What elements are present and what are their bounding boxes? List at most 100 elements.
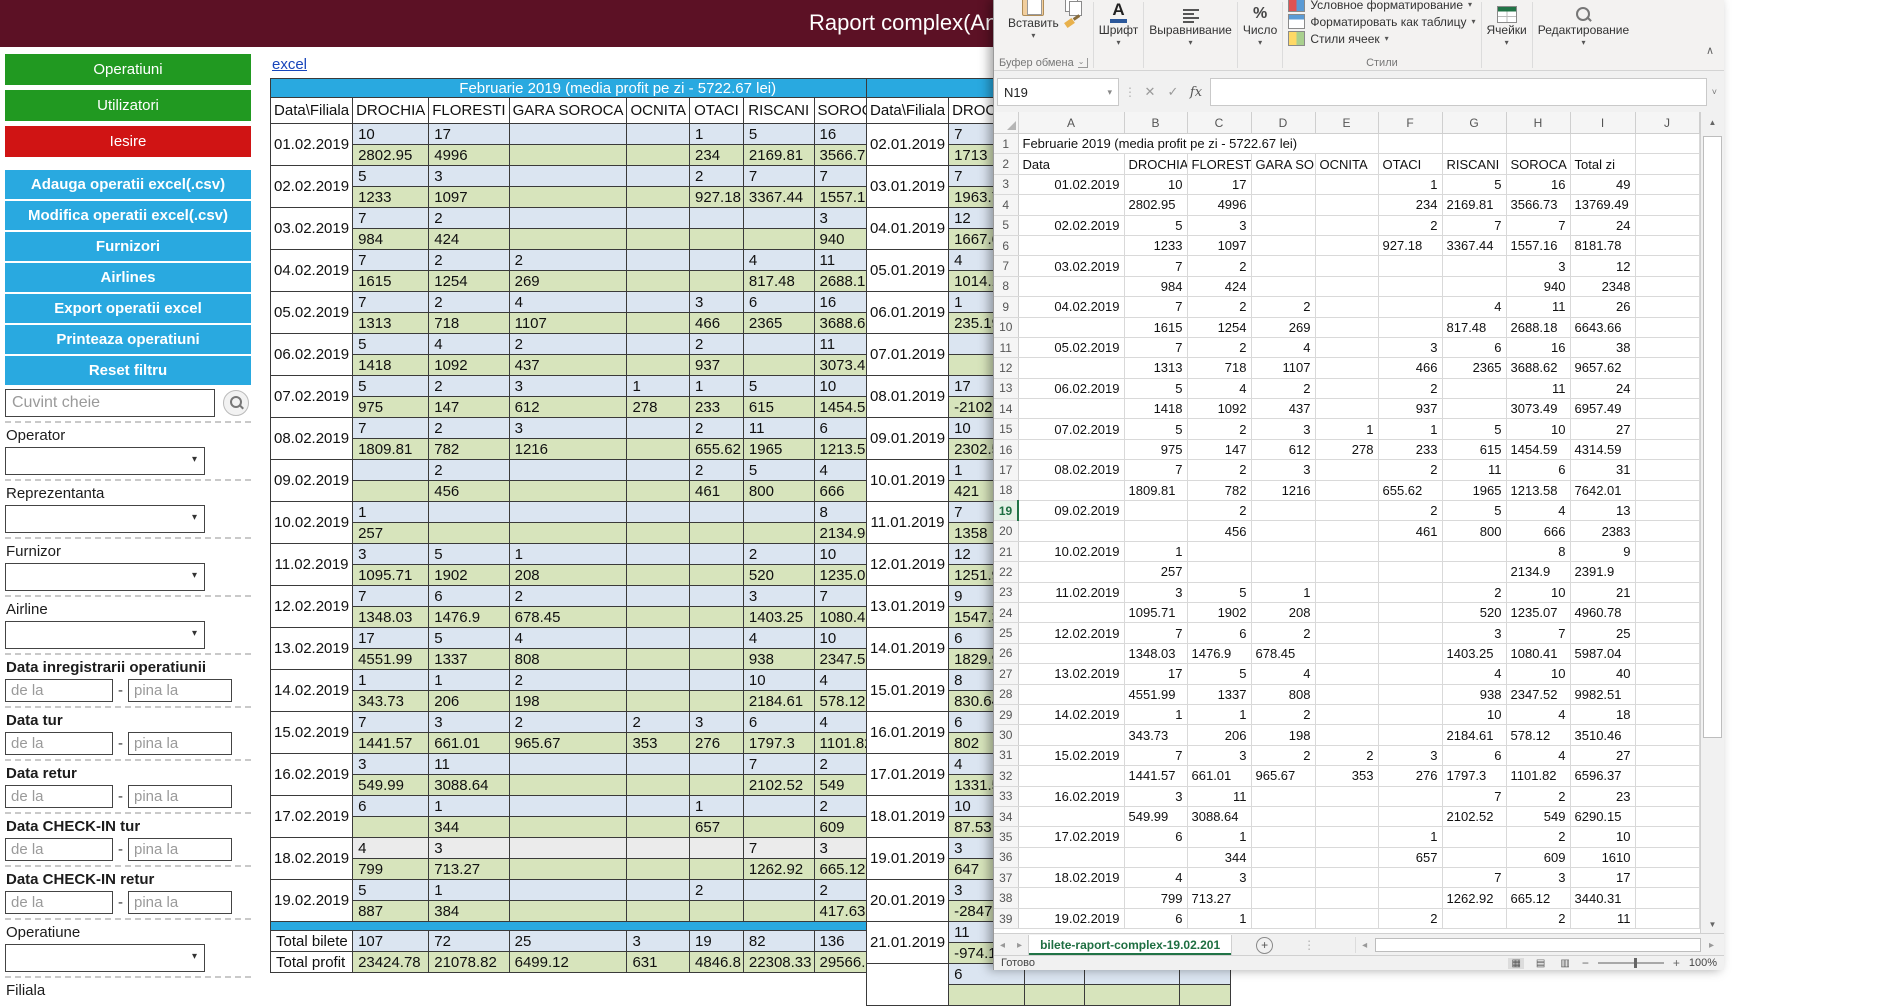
excel-cell[interactable]: 17 (1124, 664, 1187, 684)
date-to-input[interactable] (128, 891, 232, 914)
excel-cell[interactable] (1018, 684, 1124, 704)
excel-cell[interactable]: 2 (1187, 460, 1251, 480)
excel-cell[interactable]: 13 (1570, 501, 1635, 521)
name-box[interactable]: N19 ▾ (997, 78, 1119, 106)
excel-cell[interactable] (1442, 541, 1506, 561)
excel-cell[interactable]: 12 (1570, 256, 1635, 276)
excel-cell[interactable]: 549.99 (1124, 806, 1187, 826)
excel-cell[interactable]: 3 (1187, 745, 1251, 765)
excel-cell[interactable]: 1 (1124, 541, 1187, 561)
excel-cell[interactable]: 1476.9 (1187, 643, 1251, 663)
date-from-input[interactable] (5, 891, 113, 914)
excel-cell[interactable] (1635, 378, 1699, 398)
excel-cell[interactable] (1506, 134, 1570, 154)
date-from-input[interactable] (5, 679, 113, 702)
excel-cell[interactable] (1018, 602, 1124, 622)
zoom-out-icon[interactable]: − (1582, 956, 1589, 970)
excel-cell[interactable] (1124, 501, 1187, 521)
excel-cell[interactable] (1315, 582, 1378, 602)
excel-cell[interactable] (1315, 460, 1378, 480)
excel-cell[interactable] (1018, 195, 1124, 215)
excel-cell[interactable]: 6643.66 (1570, 317, 1635, 337)
excel-cell[interactable] (1315, 623, 1378, 643)
excel-row-number[interactable]: 38 (994, 888, 1018, 908)
excel-cell[interactable]: 2365 (1442, 358, 1506, 378)
excel-cell[interactable]: 655.62 (1378, 480, 1442, 500)
excel-cell[interactable]: 07.02.2019 (1018, 419, 1124, 439)
select-airline[interactable]: ▾ (5, 621, 205, 649)
insert-function-icon[interactable]: fx (1187, 85, 1205, 100)
excel-cell[interactable]: 11.02.2019 (1018, 582, 1124, 602)
search-input[interactable] (5, 389, 215, 417)
excel-cell[interactable] (1635, 460, 1699, 480)
excel-cell[interactable]: 6290.15 (1570, 806, 1635, 826)
zoom-slider-thumb[interactable] (1634, 958, 1637, 968)
excel-row-number[interactable]: 35 (994, 827, 1018, 847)
excel-cell[interactable] (1251, 276, 1315, 296)
excel-cell[interactable]: 657 (1378, 847, 1442, 867)
format-painter-icon[interactable] (1065, 16, 1079, 26)
excel-cell[interactable]: 3 (1378, 337, 1442, 357)
excel-cell[interactable]: 343.73 (1124, 725, 1187, 745)
date-to-input[interactable] (128, 679, 232, 702)
excel-cell[interactable] (1315, 908, 1378, 928)
sheet-nav-left-icon[interactable]: ◂ (994, 940, 1011, 951)
excel-cell[interactable]: 1107 (1251, 358, 1315, 378)
excel-cell[interactable] (1315, 480, 1378, 500)
excel-cell[interactable] (1315, 664, 1378, 684)
select-reprezentanta[interactable]: ▾ (5, 505, 205, 533)
excel-cell[interactable]: 198 (1251, 725, 1315, 745)
excel-cell[interactable]: 3 (1187, 215, 1251, 235)
excel-cell[interactable] (1442, 276, 1506, 296)
excel-cell[interactable]: FLORESTI (1187, 154, 1251, 174)
excel-cell[interactable] (1635, 847, 1699, 867)
excel-row-number[interactable]: 8 (994, 276, 1018, 296)
excel-cell[interactable]: 7 (1506, 623, 1570, 643)
excel-row-number[interactable]: 18 (994, 480, 1018, 500)
excel-cell[interactable]: 1233 (1124, 235, 1187, 255)
excel-cell[interactable] (1635, 664, 1699, 684)
date-from-input[interactable] (5, 785, 113, 808)
excel-cell[interactable]: 1 (1315, 419, 1378, 439)
excel-row-number[interactable]: 12 (994, 358, 1018, 378)
excel-cell[interactable]: 2 (1251, 704, 1315, 724)
excel-cell[interactable]: 3 (1506, 256, 1570, 276)
excel-cell[interactable]: 09.02.2019 (1018, 501, 1124, 521)
excel-cell[interactable] (1251, 806, 1315, 826)
excel-cell[interactable]: 1 (1251, 582, 1315, 602)
excel-cell[interactable] (1315, 725, 1378, 745)
excel-cell[interactable] (1635, 235, 1699, 255)
excel-cell[interactable]: 4314.59 (1570, 439, 1635, 459)
excel-cell[interactable]: 3688.62 (1506, 358, 1570, 378)
excel-cell[interactable] (1251, 786, 1315, 806)
excel-cell[interactable]: 1254 (1187, 317, 1251, 337)
excel-cell[interactable]: 1092 (1187, 399, 1251, 419)
excel-cell[interactable]: 10 (1506, 664, 1570, 684)
excel-cell[interactable]: 4 (1251, 337, 1315, 357)
excel-cell[interactable]: 1797.3 (1442, 766, 1506, 786)
paste-button[interactable]: Вставить ▾ (1008, 0, 1059, 40)
excel-cell[interactable] (1315, 888, 1378, 908)
excel-cell[interactable] (1378, 276, 1442, 296)
excel-cell[interactable]: 927.18 (1378, 235, 1442, 255)
excel-cell[interactable]: 15.02.2019 (1018, 745, 1124, 765)
select-operatiune[interactable]: ▾ (5, 944, 205, 972)
excel-cell[interactable] (1251, 215, 1315, 235)
excel-cell[interactable]: 2 (1442, 582, 1506, 602)
excel-cell[interactable]: 456 (1187, 521, 1251, 541)
excel-cell[interactable]: 269 (1251, 317, 1315, 337)
excel-cell[interactable]: 549 (1506, 806, 1570, 826)
excel-cell[interactable]: 466 (1378, 358, 1442, 378)
excel-cell[interactable] (1315, 786, 1378, 806)
excel-cell[interactable] (1635, 602, 1699, 622)
excel-cell[interactable]: 10 (1506, 582, 1570, 602)
excel-cell[interactable]: 276 (1378, 766, 1442, 786)
excel-row-number[interactable]: 16 (994, 439, 1018, 459)
excel-cell[interactable]: 1610 (1570, 847, 1635, 867)
excel-cell[interactable]: 01.02.2019 (1018, 174, 1124, 194)
sheet-tab-active[interactable]: bilete-raport-complex-19.02.201 (1028, 935, 1232, 956)
cells-button[interactable]: Ячейки ▾ (1487, 0, 1527, 47)
excel-cell[interactable]: 4 (1506, 704, 1570, 724)
excel-cell[interactable]: 1213.58 (1506, 480, 1570, 500)
excel-cell[interactable] (1124, 521, 1187, 541)
